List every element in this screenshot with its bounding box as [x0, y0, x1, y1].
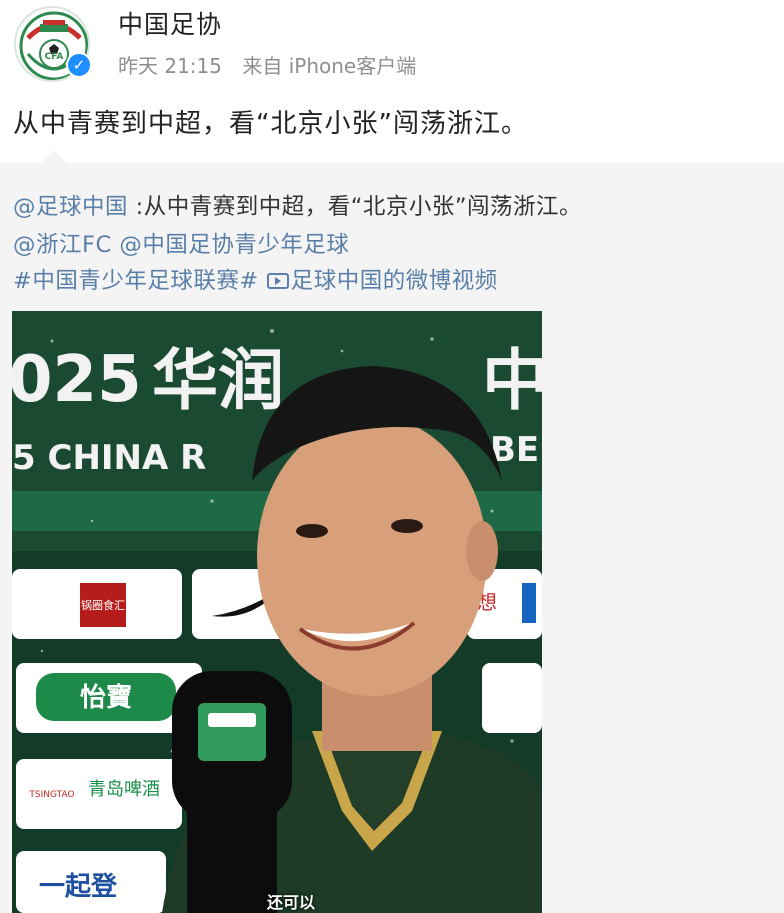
repost-text: :从中青赛到中超，看“北京小张”闯荡浙江。	[128, 194, 583, 220]
topic-hashtag[interactable]: #中国青少年足球联赛#	[13, 268, 259, 294]
verified-badge-icon: ✓	[66, 52, 92, 78]
user-name[interactable]: 中国足协	[118, 5, 222, 41]
post-text: 从中青赛到中超，看“北京小张”闯荡浙江。	[13, 109, 528, 139]
banner-chars: 华润	[152, 342, 284, 419]
post-meta: 昨天 21:15 来自 iPhone客户端	[118, 50, 430, 79]
sponsor-guoquan: 锅圈食汇	[81, 598, 125, 612]
avatar-text: CFA	[45, 52, 64, 62]
repost-line-1: @足球中国 :从中青赛到中超，看“北京小张”闯荡浙江。	[13, 189, 582, 221]
post-header: CFA ✓ 中国足协 昨天 21:15 来自 iPhone客户端	[0, 0, 784, 92]
player-face	[257, 416, 487, 696]
video-player[interactable]: 025 华润 中 5 CHINA R BE 锅圈食汇 想 怡寶 TSINGTAO…	[12, 311, 542, 913]
weibo-post: CFA ✓ 中国足协 昨天 21:15 来自 iPhone客户端 从中青赛到中超…	[0, 0, 784, 913]
video-frame-illustration: 025 华润 中 5 CHINA R BE 锅圈食汇 想 怡寶 TSINGTAO…	[12, 311, 542, 913]
repost-line-3: #中国青少年足球联赛# 足球中国的微博视频	[13, 263, 498, 295]
video-subtitle: 还可以	[267, 893, 316, 912]
mention-zhejiang-fc[interactable]: @浙江FC	[13, 232, 112, 258]
banner-number: 025	[12, 343, 142, 417]
player-ear	[466, 521, 498, 581]
mention-cfa-youth[interactable]: @中国足协青少年足球	[119, 232, 349, 258]
repost-line-2: @浙江FC @中国足协青少年足球	[13, 227, 349, 259]
sponsor-tsingtao-en: TSINGTAO	[28, 790, 74, 800]
sponsor-yibao: 怡寶	[80, 682, 132, 713]
video-link[interactable]: 足球中国的微博视频	[291, 268, 498, 294]
post-time: 昨天 21:15	[118, 54, 222, 78]
sponsor-tsingtao: 青岛啤酒	[88, 779, 160, 800]
repost-pointer	[40, 150, 68, 164]
video-link-icon	[266, 273, 289, 289]
post-source: 来自 iPhone客户端	[242, 54, 417, 78]
repost-author-link[interactable]: @足球中国	[13, 194, 128, 220]
sponsor-yiqideng: 一起登	[39, 871, 118, 902]
banner-english: 5 CHINA R	[12, 438, 206, 478]
